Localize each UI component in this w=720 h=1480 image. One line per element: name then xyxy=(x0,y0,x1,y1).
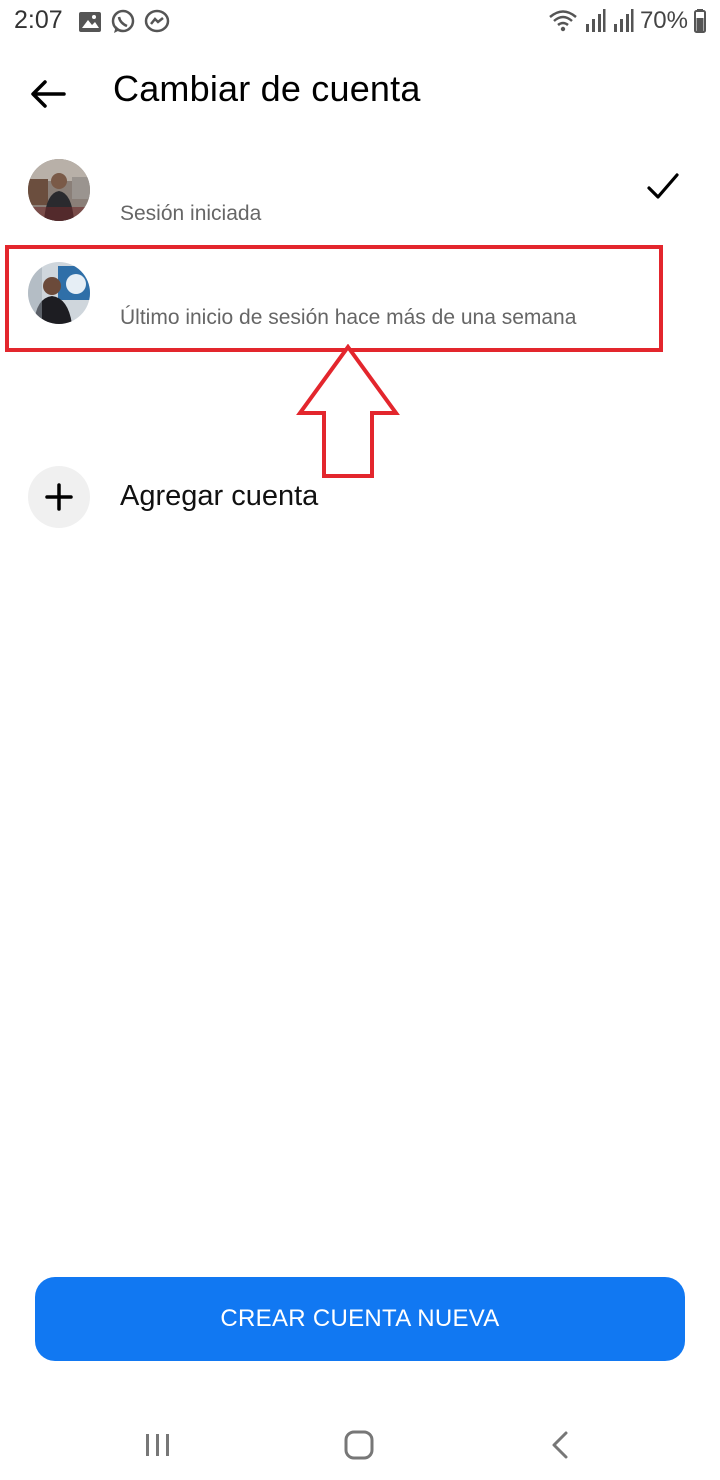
app-bar: Cambiar de cuenta xyxy=(0,48,720,138)
home-icon xyxy=(344,1430,374,1460)
messenger-icon xyxy=(144,9,170,33)
recent-apps-button[interactable] xyxy=(133,1420,183,1470)
chevron-left-icon xyxy=(552,1431,568,1459)
account-row-current[interactable]: Sesión iniciada xyxy=(0,150,720,246)
back-arrow-icon xyxy=(31,80,66,108)
whatsapp-icon xyxy=(111,9,135,33)
notification-icons xyxy=(78,9,170,35)
add-account-button[interactable] xyxy=(28,466,90,528)
battery-icon xyxy=(694,9,706,33)
status-time: 2:07 xyxy=(14,6,63,34)
home-button[interactable] xyxy=(334,1420,384,1470)
plus-icon xyxy=(45,483,73,511)
account-status: Sesión iniciada xyxy=(120,202,262,225)
back-nav-button[interactable] xyxy=(535,1420,585,1470)
back-button[interactable] xyxy=(20,66,76,122)
signal-icon xyxy=(613,9,634,32)
up-arrow-annotation xyxy=(296,344,400,478)
wifi-icon xyxy=(549,10,577,32)
highlight-box xyxy=(5,245,663,352)
page-title: Cambiar de cuenta xyxy=(113,68,421,109)
signal-icon xyxy=(585,9,606,32)
status-right: 70% xyxy=(548,6,706,36)
add-account-row[interactable]: Agregar cuenta xyxy=(0,464,720,532)
image-icon xyxy=(79,12,101,32)
navigation-bar xyxy=(0,1410,720,1480)
add-account-label: Agregar cuenta xyxy=(120,480,319,512)
avatar xyxy=(28,159,90,221)
create-account-button[interactable]: CREAR CUENTA NUEVA xyxy=(35,1277,685,1361)
recent-apps-icon xyxy=(146,1434,169,1456)
checkmark-icon xyxy=(647,173,679,199)
battery-percent: 70% xyxy=(639,7,688,34)
status-bar: 2:07 70% xyxy=(0,0,720,44)
